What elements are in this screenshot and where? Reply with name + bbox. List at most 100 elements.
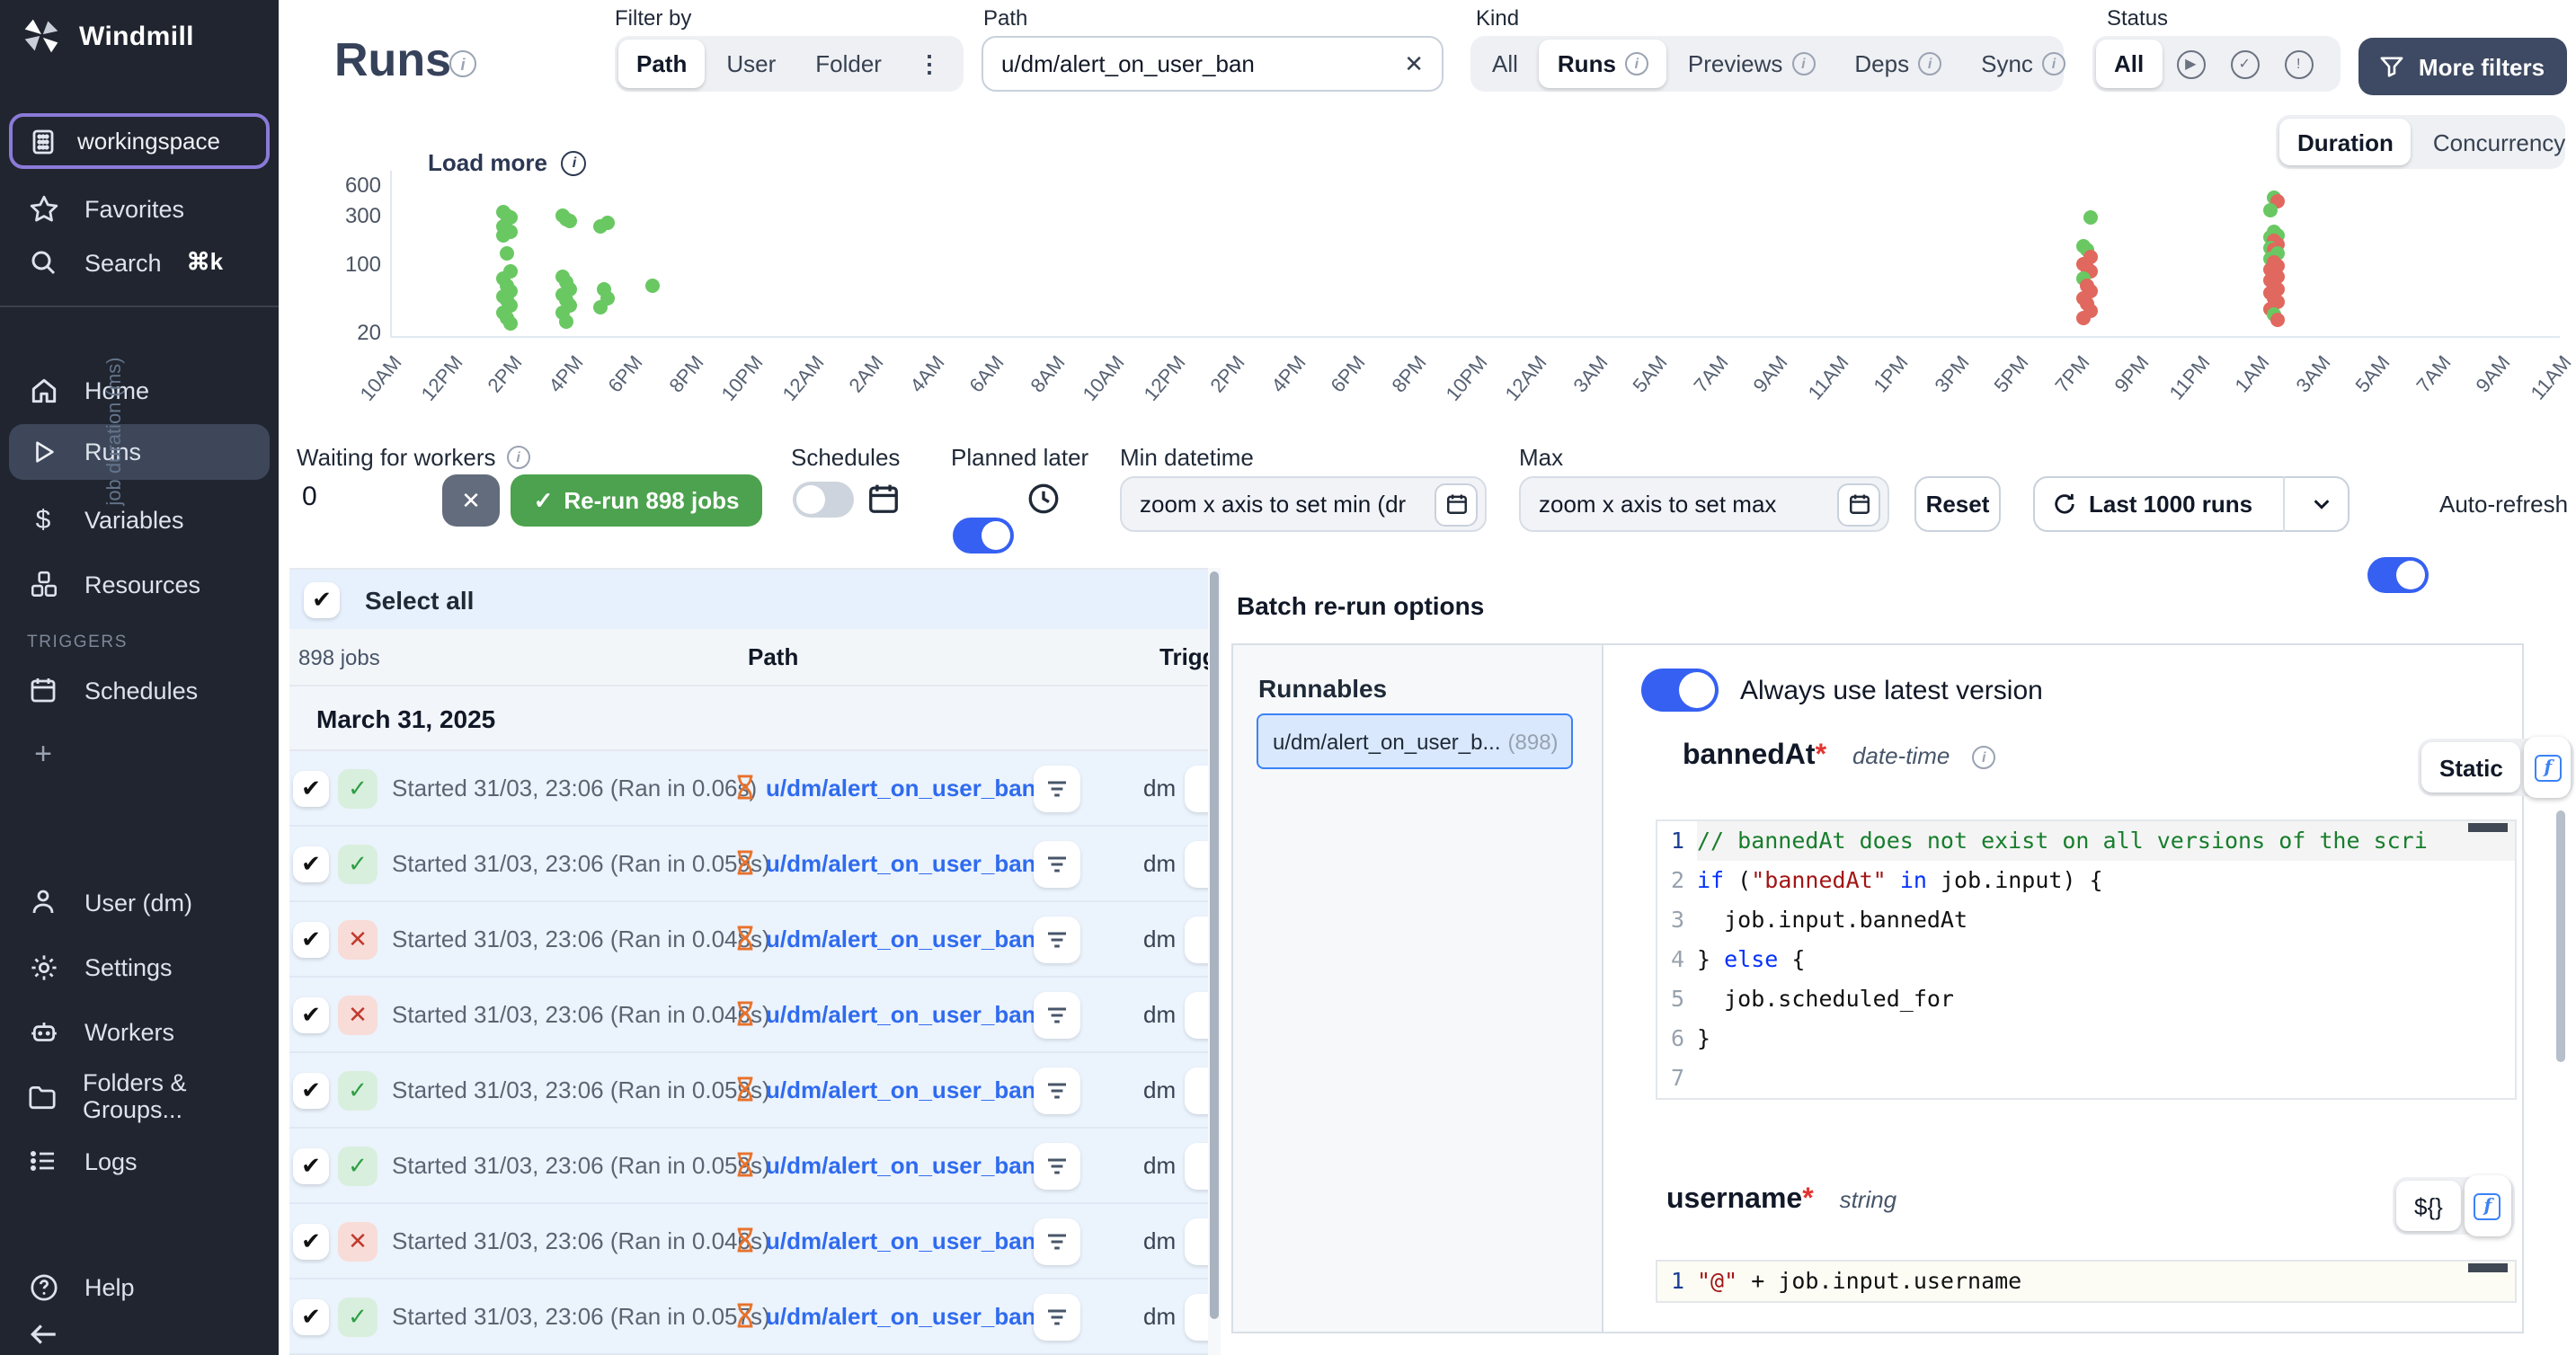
more-filters-button[interactable]: More filters — [2358, 38, 2567, 95]
run-row[interactable]: ✔ ✓ Started 31/03, 23:06 (Ran in 0.059s)… — [289, 1129, 1208, 1204]
run-path-link[interactable]: u/dm/alert_on_user_ban — [766, 1076, 1036, 1103]
run-row[interactable]: ✔ ✓ Started 31/03, 23:06 (Ran in 0.057s)… — [289, 1280, 1208, 1355]
status-failure[interactable]: ! — [2273, 40, 2323, 88]
row-checkbox[interactable]: ✔ — [293, 771, 329, 807]
filter-by-path[interactable]: Path — [618, 40, 705, 88]
row-more-button[interactable] — [1185, 1218, 1208, 1265]
sidebar-item-settings[interactable]: Settings — [0, 943, 279, 990]
batch-panel-scrollbar[interactable] — [2556, 810, 2565, 1062]
rerun-jobs-button[interactable]: ✓ Re-run 898 jobs — [511, 474, 762, 527]
max-calendar-icon[interactable] — [1837, 483, 1880, 526]
min-datetime-input[interactable]: zoom x axis to set min (dr — [1120, 476, 1487, 532]
scatter-point-failure[interactable] — [2076, 310, 2091, 324]
runnable-item[interactable]: u/dm/alert_on_user_b... (898) — [1257, 713, 1573, 769]
row-checkbox[interactable]: ✔ — [293, 846, 329, 882]
scatter-point-success[interactable] — [563, 214, 577, 228]
run-path-link[interactable]: u/dm/alert_on_user_ban — [766, 850, 1036, 877]
path-input[interactable]: u/dm/alert_on_user_ban ✕ — [982, 36, 1443, 92]
username-code-editor[interactable]: 1"@" + job.input.username — [1656, 1260, 2517, 1303]
scatter-point-success[interactable] — [500, 246, 514, 261]
row-checkbox[interactable]: ✔ — [293, 922, 329, 958]
chart-view-concurrency[interactable]: Concurrency — [2415, 119, 2576, 165]
run-path-link[interactable]: u/dm/alert_on_user_ban — [766, 1152, 1036, 1179]
scatter-plot[interactable] — [390, 171, 2560, 338]
row-labels-button[interactable] — [1034, 1218, 1080, 1265]
status-success[interactable]: ✓ — [2219, 40, 2270, 88]
run-row[interactable]: ✔ ✓ Started 31/03, 23:06 (Ran in 0.059s)… — [289, 1053, 1208, 1129]
workspace-selector[interactable]: workingspace — [9, 113, 270, 169]
planned-later-toggle[interactable] — [953, 518, 1014, 554]
row-more-button[interactable] — [1185, 1294, 1208, 1341]
sidebar-item-user[interactable]: User (dm) — [0, 879, 279, 925]
row-more-button[interactable] — [1185, 1067, 1208, 1114]
runs-range-button[interactable]: Last 1000 runs — [2033, 476, 2349, 532]
row-more-button[interactable] — [1185, 766, 1208, 812]
run-row[interactable]: ✔ ✓ Started 31/03, 23:06 (Ran in 0.059s)… — [289, 827, 1208, 902]
kind-runs[interactable]: Runsi — [1540, 40, 1666, 88]
scatter-point-success[interactable] — [2083, 209, 2098, 224]
filter-by-folder[interactable]: Folder — [797, 40, 900, 88]
row-more-button[interactable] — [1185, 841, 1208, 888]
scatter-point-success[interactable] — [496, 227, 511, 242]
row-checkbox[interactable]: ✔ — [293, 1148, 329, 1184]
run-row[interactable]: ✔ ✕ Started 31/03, 23:06 (Ran in 0.048s)… — [289, 902, 1208, 978]
cancel-selection-button[interactable]: ✕ — [442, 474, 500, 527]
clear-path-icon[interactable]: ✕ — [1404, 49, 1424, 78]
javascript-mode-button[interactable]: f — [2525, 737, 2572, 798]
sidebar-item-resources[interactable]: Resources — [0, 561, 279, 607]
sidebar-item-schedules[interactable]: Schedules — [0, 667, 279, 713]
editor-hscroll-thumb[interactable] — [2468, 823, 2508, 832]
max-datetime-input[interactable]: zoom x axis to set max — [1519, 476, 1889, 532]
run-path-link[interactable]: u/dm/alert_on_user_ban — [766, 1001, 1036, 1028]
app-logo[interactable]: Windmill — [22, 16, 194, 56]
run-path-link[interactable]: u/dm/alert_on_user_ban — [766, 775, 1036, 801]
sidebar-item-workers[interactable]: Workers — [0, 1008, 279, 1055]
row-labels-button[interactable] — [1034, 1067, 1080, 1114]
row-labels-button[interactable] — [1034, 1294, 1080, 1341]
range-dropdown-button[interactable] — [2296, 494, 2348, 514]
row-labels-button[interactable] — [1034, 992, 1080, 1039]
row-checkbox[interactable]: ✔ — [293, 997, 329, 1033]
chart-view-duration[interactable]: Duration — [2279, 119, 2412, 165]
row-labels-button[interactable] — [1034, 766, 1080, 812]
bannedat-code-editor[interactable]: 1// bannedAt does not exist on all versi… — [1656, 819, 2517, 1100]
row-labels-button[interactable] — [1034, 917, 1080, 963]
row-checkbox[interactable]: ✔ — [293, 1224, 329, 1260]
row-more-button[interactable] — [1185, 917, 1208, 963]
kind-sync[interactable]: Synci — [1963, 40, 2083, 88]
template-mode-button[interactable]: ${} — [2396, 1181, 2461, 1231]
javascript-mode-button[interactable]: f — [2465, 1175, 2511, 1236]
row-more-button[interactable] — [1185, 992, 1208, 1039]
editor-hscroll-thumb[interactable] — [2468, 1263, 2508, 1272]
run-row[interactable]: ✔ ✕ Started 31/03, 23:06 (Ran in 0.046s)… — [289, 1204, 1208, 1280]
sidebar-item-search[interactable]: Search ⌘k — [0, 239, 279, 286]
add-nav-item-button[interactable]: + — [0, 731, 279, 778]
run-path-link[interactable]: u/dm/alert_on_user_ban — [766, 1227, 1036, 1254]
kind-deps[interactable]: Depsi — [1836, 40, 1959, 88]
row-labels-button[interactable] — [1034, 1143, 1080, 1190]
filter-by-user[interactable]: User — [708, 40, 794, 88]
static-mode-button[interactable]: Static — [2421, 742, 2521, 793]
status-running[interactable]: ▶ — [2165, 40, 2216, 88]
row-more-button[interactable] — [1185, 1143, 1208, 1190]
sidebar-item-help[interactable]: Help — [0, 1263, 279, 1310]
latest-version-toggle[interactable] — [1641, 669, 1719, 712]
filter-more-menu[interactable]: ⋮ — [903, 40, 955, 88]
row-labels-button[interactable] — [1034, 841, 1080, 888]
run-path-link[interactable]: u/dm/alert_on_user_ban — [766, 925, 1036, 952]
sidebar-item-folders[interactable]: Folders & Groups... — [0, 1073, 279, 1120]
min-calendar-icon[interactable] — [1435, 483, 1478, 526]
run-row[interactable]: ✔ ✕ Started 31/03, 23:06 (Ran in 0.046s)… — [289, 978, 1208, 1053]
runs-list-scrollbar[interactable] — [1208, 568, 1221, 1355]
collapse-sidebar-button[interactable] — [0, 1310, 279, 1355]
sidebar-item-logs[interactable]: Logs — [0, 1138, 279, 1184]
select-all-checkbox[interactable]: ✔ — [304, 581, 340, 617]
runs-info-icon[interactable]: i — [449, 50, 476, 77]
kind-all[interactable]: All — [1474, 40, 1536, 88]
row-checkbox[interactable]: ✔ — [293, 1073, 329, 1109]
autorefresh-toggle[interactable] — [2367, 557, 2429, 593]
scatter-point-success[interactable] — [559, 314, 573, 329]
status-all[interactable]: All — [2096, 40, 2162, 88]
sidebar-item-favorites[interactable]: Favorites — [0, 185, 279, 232]
kind-previews[interactable]: Previewsi — [1670, 40, 1834, 88]
